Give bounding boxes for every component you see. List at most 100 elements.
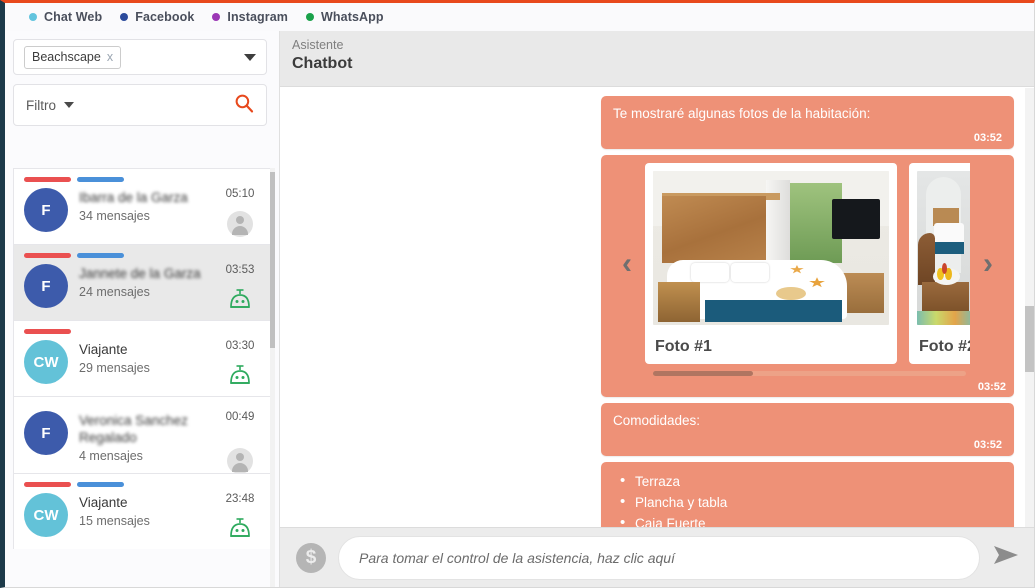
chat-bubble-list: Terraza Plancha y tabla Caja Fuerte <box>601 462 1014 527</box>
tag-bar-red <box>24 329 71 334</box>
send-icon[interactable] <box>992 544 1020 571</box>
tab-facebook-label: Facebook <box>135 10 195 24</box>
message-composer: $ <box>280 527 1034 587</box>
person-icon <box>227 448 253 474</box>
avatar: CW <box>24 493 68 537</box>
list-item[interactable]: CW Viajante 15 mensajes 23:48 <box>13 473 275 549</box>
carousel-slide[interactable]: Foto #1 <box>645 163 897 364</box>
status-indicator <box>218 363 262 389</box>
conversation-list[interactable]: F Ibarra de la Garza 34 mensajes 05:10 F… <box>13 168 275 587</box>
chat-header-subtitle: Asistente <box>292 38 344 52</box>
tab-chat-web-label: Chat Web <box>44 10 103 24</box>
bot-icon <box>230 289 250 308</box>
carousel-scroll-thumb[interactable] <box>653 371 754 376</box>
chat-panel: Asistente Chatbot Te mostraré algunas fo… <box>279 31 1034 587</box>
avatar: F <box>24 411 68 455</box>
chat-application-window: Chat Web Facebook Instagram WhatsApp Bea… <box>0 0 1035 588</box>
carousel-slide-title: Foto #1 <box>655 338 712 355</box>
conversation-list-scrollbar[interactable] <box>270 168 275 587</box>
list-item[interactable]: F Veronica Sanchez Regalado 4 mensajes 0… <box>13 396 275 474</box>
avatar-initials: CW <box>33 506 59 524</box>
conversation-time: 03:30 <box>225 340 255 352</box>
bot-icon <box>230 518 250 537</box>
tag-bar-red <box>24 177 71 182</box>
bot-icon <box>230 365 250 384</box>
list-item: Plancha y tabla <box>613 491 1002 513</box>
avatar: CW <box>24 340 68 384</box>
room-photo-1 <box>651 169 891 327</box>
avatar-initials: F <box>41 424 51 442</box>
carousel-next-arrow-icon[interactable]: › <box>970 163 1006 364</box>
photo-carousel[interactable]: ‹ Foto #1 Foto # › <box>609 163 1006 364</box>
tag-bar-red <box>24 253 71 258</box>
bubble-timestamp: 03:52 <box>977 381 1006 393</box>
avatar-initials: F <box>41 201 51 219</box>
chat-header: Asistente Chatbot <box>280 31 1034 87</box>
message-area-scrollbar[interactable] <box>1025 88 1034 527</box>
chat-bubble-text: Comodidades: 03:52 <box>601 403 1014 456</box>
chat-header-title: Chatbot <box>292 55 353 72</box>
status-indicator <box>218 211 262 237</box>
tag-bar-blue <box>77 482 124 487</box>
conversation-time: 03:53 <box>225 264 255 276</box>
filter-chevron-down-icon[interactable] <box>64 102 74 108</box>
tag-bar-blue <box>77 253 124 258</box>
conversation-time: 23:48 <box>225 493 255 505</box>
bubble-text: Te mostraré algunas fotos de la habitaci… <box>613 106 871 121</box>
status-indicator <box>218 287 262 313</box>
person-icon <box>227 211 253 237</box>
conversation-name: Jannete de la Garza <box>79 266 201 281</box>
message-area[interactable]: Te mostraré algunas fotos de la habitaci… <box>280 88 1034 527</box>
conversation-time: 05:10 <box>225 188 255 200</box>
conversation-name: Veronica Sanchez Regalado <box>79 413 188 445</box>
tag-bar-red <box>24 482 71 487</box>
avatar-initials: F <box>41 277 51 295</box>
carousel-slide[interactable]: Foto #2 <box>909 163 970 364</box>
tag-bars <box>24 177 264 182</box>
list-item[interactable]: CW Viajante 29 mensajes 03:30 <box>13 320 275 396</box>
list-item[interactable]: F Jannete de la Garza 24 mensajes 03:53 <box>13 244 275 320</box>
account-chip-label: Beachscape <box>32 49 101 64</box>
avatar: F <box>24 188 68 232</box>
tag-bar-blue <box>77 177 124 182</box>
tab-whatsapp[interactable]: WhatsApp <box>306 10 384 24</box>
conversation-name: Viajante <box>79 495 128 510</box>
whatsapp-status-dot <box>306 13 315 21</box>
message-area-scrollbar-thumb[interactable] <box>1025 306 1034 372</box>
filter-bar: Filtro <box>13 84 267 126</box>
filter-label[interactable]: Filtro <box>26 98 56 113</box>
status-indicator <box>218 448 262 474</box>
tag-bars <box>24 329 264 334</box>
tab-whatsapp-label: WhatsApp <box>321 10 384 24</box>
tab-chat-web[interactable]: Chat Web <box>29 10 102 24</box>
bubble-text: Comodidades: <box>613 413 701 428</box>
chat-bubble-carousel: ‹ Foto #1 Foto # › 03:52 <box>601 155 1014 397</box>
tab-instagram-label: Instagram <box>227 10 289 24</box>
tag-bars <box>24 482 264 487</box>
chevron-down-icon[interactable] <box>244 53 256 61</box>
instagram-status-dot <box>212 13 221 21</box>
avatar-initials: CW <box>33 353 59 371</box>
list-item: Caja Fuerte <box>613 512 1002 527</box>
facebook-status-dot <box>120 13 129 21</box>
tab-facebook[interactable]: Facebook <box>120 10 194 24</box>
message-input[interactable] <box>338 535 980 580</box>
conversation-name: Viajante <box>79 342 128 357</box>
account-select[interactable]: Beachscape x <box>13 39 267 75</box>
carousel-slide-title: Foto #2 <box>919 338 970 355</box>
conversation-name: Ibarra de la Garza <box>79 190 188 205</box>
carousel-prev-arrow-icon[interactable]: ‹ <box>609 163 645 364</box>
account-chip: Beachscape x <box>24 45 122 69</box>
list-item[interactable]: F Ibarra de la Garza 34 mensajes 05:10 <box>13 168 275 244</box>
money-icon[interactable]: $ <box>296 542 326 573</box>
chat-web-status-dot <box>29 13 37 21</box>
carousel-scroll-track[interactable] <box>653 371 966 376</box>
conversation-list-scrollbar-thumb[interactable] <box>270 172 275 348</box>
channel-tabbar: Chat Web Facebook Instagram WhatsApp <box>5 3 1034 31</box>
account-chip-remove-icon[interactable]: x <box>107 50 113 64</box>
bubble-timestamp: 03:52 <box>973 132 1002 144</box>
carousel-slides: Foto #1 Foto #2 <box>645 163 970 364</box>
tag-bars <box>24 253 264 258</box>
search-icon[interactable] <box>234 93 254 118</box>
tab-instagram[interactable]: Instagram <box>212 10 288 24</box>
